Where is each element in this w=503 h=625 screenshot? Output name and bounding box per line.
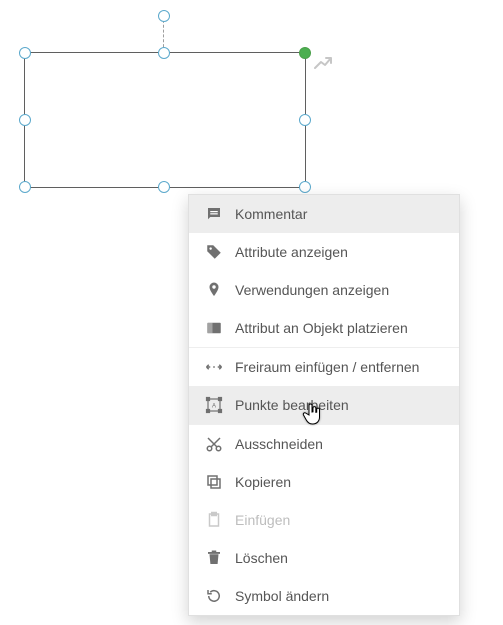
handle-top-mid-outer[interactable] [158, 10, 170, 22]
selected-rectangle-shape[interactable] [24, 52, 306, 188]
comment-icon [201, 205, 227, 223]
cut-icon [201, 435, 227, 453]
copy-icon [201, 473, 227, 491]
menu-item-delete[interactable]: Löschen [189, 539, 459, 577]
handle-bot-left[interactable] [19, 181, 31, 193]
handle-top-mid[interactable] [158, 47, 170, 59]
editpts-icon: A [201, 396, 227, 414]
pin-icon [201, 281, 227, 299]
tag-icon [201, 243, 227, 261]
handle-bot-right[interactable] [299, 181, 311, 193]
menu-item-cut[interactable]: Ausschneiden [189, 425, 459, 463]
rotation-handle[interactable] [299, 47, 311, 59]
menu-label: Ausschneiden [227, 436, 323, 452]
menu-label: Kopieren [227, 474, 291, 490]
diagram-canvas[interactable]: Kommentar Attribute anzeigen Verwendunge… [0, 0, 503, 625]
menu-item-attributes[interactable]: Attribute anzeigen [189, 233, 459, 271]
menu-item-comment[interactable]: Kommentar [189, 195, 459, 233]
handle-top-left[interactable] [19, 47, 31, 59]
panel-icon [201, 319, 227, 337]
menu-item-place-attribute[interactable]: Attribut an Objekt platzieren [189, 309, 459, 347]
menu-label: Punkte bearbeiten [227, 397, 349, 413]
menu-label: Einfügen [227, 512, 290, 528]
undo-icon [201, 587, 227, 605]
handle-bot-mid[interactable] [158, 181, 170, 193]
menu-label: Löschen [227, 550, 288, 566]
menu-label: Kommentar [227, 206, 307, 222]
menu-item-free-space[interactable]: Freiraum einfügen / entfernen [189, 348, 459, 386]
menu-item-copy[interactable]: Kopieren [189, 463, 459, 501]
delete-icon [201, 549, 227, 567]
trend-icon [314, 56, 334, 70]
menu-label: Attribut an Objekt platzieren [227, 320, 408, 336]
menu-item-paste: Einfügen [189, 501, 459, 539]
menu-item-usages[interactable]: Verwendungen anzeigen [189, 271, 459, 309]
context-menu: Kommentar Attribute anzeigen Verwendunge… [188, 194, 460, 616]
menu-label: Freiraum einfügen / entfernen [227, 359, 419, 375]
menu-item-edit-points[interactable]: A Punkte bearbeiten [189, 386, 459, 424]
menu-label: Symbol ändern [227, 588, 329, 604]
menu-item-change-symbol[interactable]: Symbol ändern [189, 577, 459, 615]
menu-label: Verwendungen anzeigen [227, 282, 389, 298]
paste-icon [201, 511, 227, 529]
svg-text:A: A [212, 403, 216, 409]
menu-label: Attribute anzeigen [227, 244, 348, 260]
handle-left-mid[interactable] [19, 114, 31, 126]
handle-right-mid[interactable] [299, 114, 311, 126]
hspace-icon [201, 358, 227, 376]
